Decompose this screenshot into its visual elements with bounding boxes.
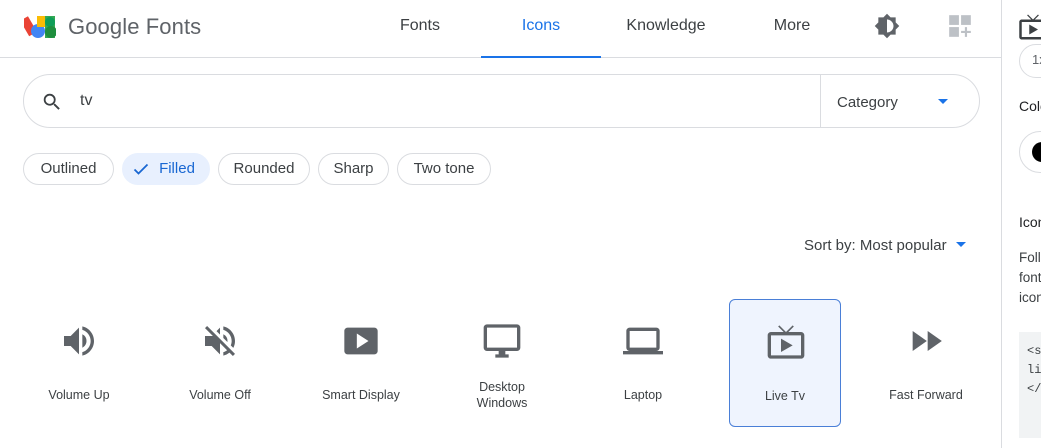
search-bar: Category <box>23 74 980 128</box>
style-chip-label: Filled <box>159 160 195 177</box>
icon-font-heading: Icon <box>1019 214 1041 230</box>
icon-tile-fast-forward[interactable]: Fast Forward <box>870 299 982 427</box>
smart-display-icon <box>344 327 378 355</box>
icon-tile-label-line2: Windows <box>476 396 528 410</box>
icon-tile-label: Desktop Windows <box>446 379 558 411</box>
top-bar: Google Fonts Fonts Icons Knowledge More <box>0 0 1001 58</box>
icon-tile-label: Laptop <box>623 388 663 402</box>
instructions-line: icon <box>1019 290 1041 305</box>
instructions-line: Follo <box>1019 250 1041 265</box>
category-divider <box>820 75 821 127</box>
google-fonts-logo[interactable] <box>24 13 56 41</box>
code-line: live <box>1027 363 1041 377</box>
icon-detail-panel: 1x Colo Icon Follo font icon <s live </s <box>1001 0 1041 448</box>
code-line: </s <box>1027 382 1041 396</box>
search-icon <box>43 93 60 110</box>
icon-tile-volume-up[interactable]: Volume Up <box>23 299 135 427</box>
icon-tile-volume-off[interactable]: Volume Off <box>164 299 276 427</box>
size-selector[interactable]: 1x <box>1019 44 1041 78</box>
color-swatch <box>1032 142 1041 162</box>
brightness-icon[interactable] <box>874 13 900 39</box>
style-chip-two-tone[interactable]: Two tone <box>397 153 491 185</box>
nav-more[interactable]: More <box>757 0 827 57</box>
color-heading: Colo <box>1019 98 1041 114</box>
code-snippet[interactable]: <s live </s <box>1019 332 1041 438</box>
volume-up-icon <box>64 326 94 356</box>
instructions-line: font <box>1019 270 1041 285</box>
icon-tile-desktop-windows[interactable]: Desktop Windows <box>446 299 558 427</box>
search-input[interactable] <box>80 88 780 114</box>
style-chip-filled[interactable]: Filled <box>122 153 210 185</box>
apps-grid-icon[interactable] <box>947 13 973 39</box>
live-tv-icon <box>1019 14 1041 40</box>
icon-tile-live-tv[interactable]: Live Tv <box>729 299 841 427</box>
nav-icons[interactable]: Icons <box>481 0 601 58</box>
live-tv-icon <box>767 325 805 359</box>
style-chip-sharp[interactable]: Sharp <box>318 153 389 185</box>
code-line: <s <box>1027 344 1041 358</box>
icon-tile-label: Live Tv <box>764 389 806 403</box>
sort-caret-icon[interactable] <box>956 242 966 247</box>
category-dropdown[interactable]: Category <box>837 94 898 111</box>
check-icon <box>133 163 149 175</box>
icon-tile-label: Volume Off <box>189 388 251 402</box>
fast-forward-icon <box>912 331 942 351</box>
volume-off-icon <box>205 326 236 356</box>
icon-tile-label: Smart Display <box>322 388 400 402</box>
icon-tile-label: Volume Up <box>48 388 110 402</box>
nav-knowledge[interactable]: Knowledge <box>616 0 716 57</box>
sort-dropdown[interactable]: Sort by: Most popular <box>804 237 947 254</box>
style-chip-outlined[interactable]: Outlined <box>23 153 114 185</box>
icon-tile-label-line1: Desktop <box>479 380 525 394</box>
brand-name[interactable]: Google Fonts <box>68 14 201 40</box>
icon-tile-smart-display[interactable]: Smart Display <box>305 299 417 427</box>
category-caret-icon[interactable] <box>938 99 948 104</box>
icon-tile-label: Fast Forward <box>889 388 963 402</box>
nav-fonts[interactable]: Fonts <box>380 0 460 57</box>
style-chip-rounded[interactable]: Rounded <box>218 153 310 185</box>
icon-tile-laptop[interactable]: Laptop <box>587 299 699 427</box>
desktop-windows-icon <box>483 324 521 358</box>
color-picker[interactable] <box>1019 131 1041 173</box>
laptop-icon <box>623 327 663 355</box>
main-area: Google Fonts Fonts Icons Knowledge More … <box>0 0 1001 448</box>
